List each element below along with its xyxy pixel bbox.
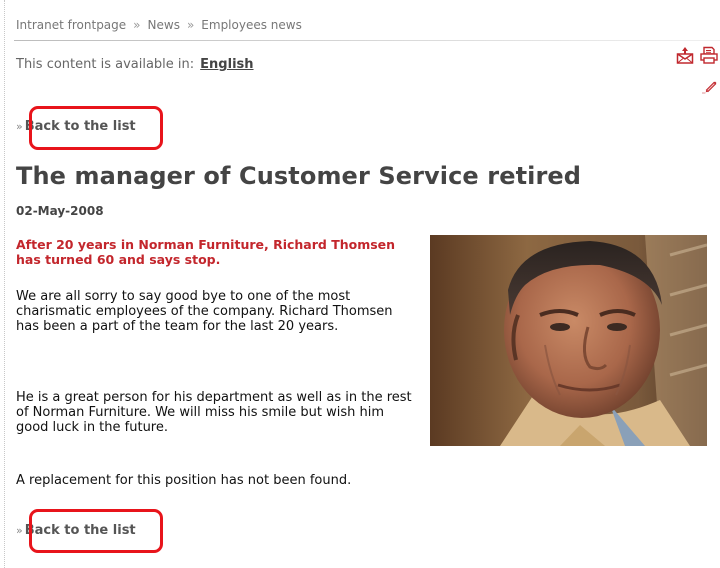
chevron-right-icon: »	[16, 120, 23, 133]
language-availability: This content is available in: English	[16, 57, 254, 72]
send-by-email-icon[interactable]	[676, 46, 694, 64]
breadcrumb-separator: »	[186, 18, 195, 32]
header-divider	[14, 40, 720, 41]
article-paragraph: We are all sorry to say good bye to one …	[16, 289, 393, 334]
breadcrumb-separator: »	[133, 18, 141, 32]
back-to-list-label: Back to the list	[24, 523, 136, 538]
back-to-list-label: Back to the list	[24, 119, 136, 134]
article-paragraph: A replacement for this position has not …	[16, 473, 352, 488]
left-border	[4, 0, 5, 568]
language-link-english[interactable]: English	[200, 57, 253, 72]
print-icon[interactable]	[700, 46, 718, 64]
availability-label: This content is available in:	[16, 57, 195, 72]
article-date: 02-May-2008	[16, 204, 104, 218]
portrait-image	[430, 235, 707, 446]
breadcrumb: Intranet frontpage » News » Employees news	[16, 18, 302, 32]
chevron-right-icon: »	[16, 524, 23, 537]
article-paragraph: He is a great person for his department …	[16, 390, 412, 435]
breadcrumb-link-employees-news[interactable]: Employees news	[201, 18, 302, 32]
article-photo	[430, 235, 707, 446]
back-to-list-link-bottom[interactable]: » Back to the list	[16, 523, 136, 538]
edit-icon[interactable]	[702, 78, 718, 94]
breadcrumb-link-intranet-frontpage[interactable]: Intranet frontpage	[16, 18, 126, 32]
breadcrumb-link-news[interactable]: News	[148, 18, 180, 32]
article-lead: After 20 years in Norman Furniture, Rich…	[16, 237, 396, 267]
back-to-list-link-top[interactable]: » Back to the list	[16, 119, 136, 134]
article-tools	[672, 46, 718, 96]
article-title: The manager of Customer Service retired	[16, 162, 582, 190]
